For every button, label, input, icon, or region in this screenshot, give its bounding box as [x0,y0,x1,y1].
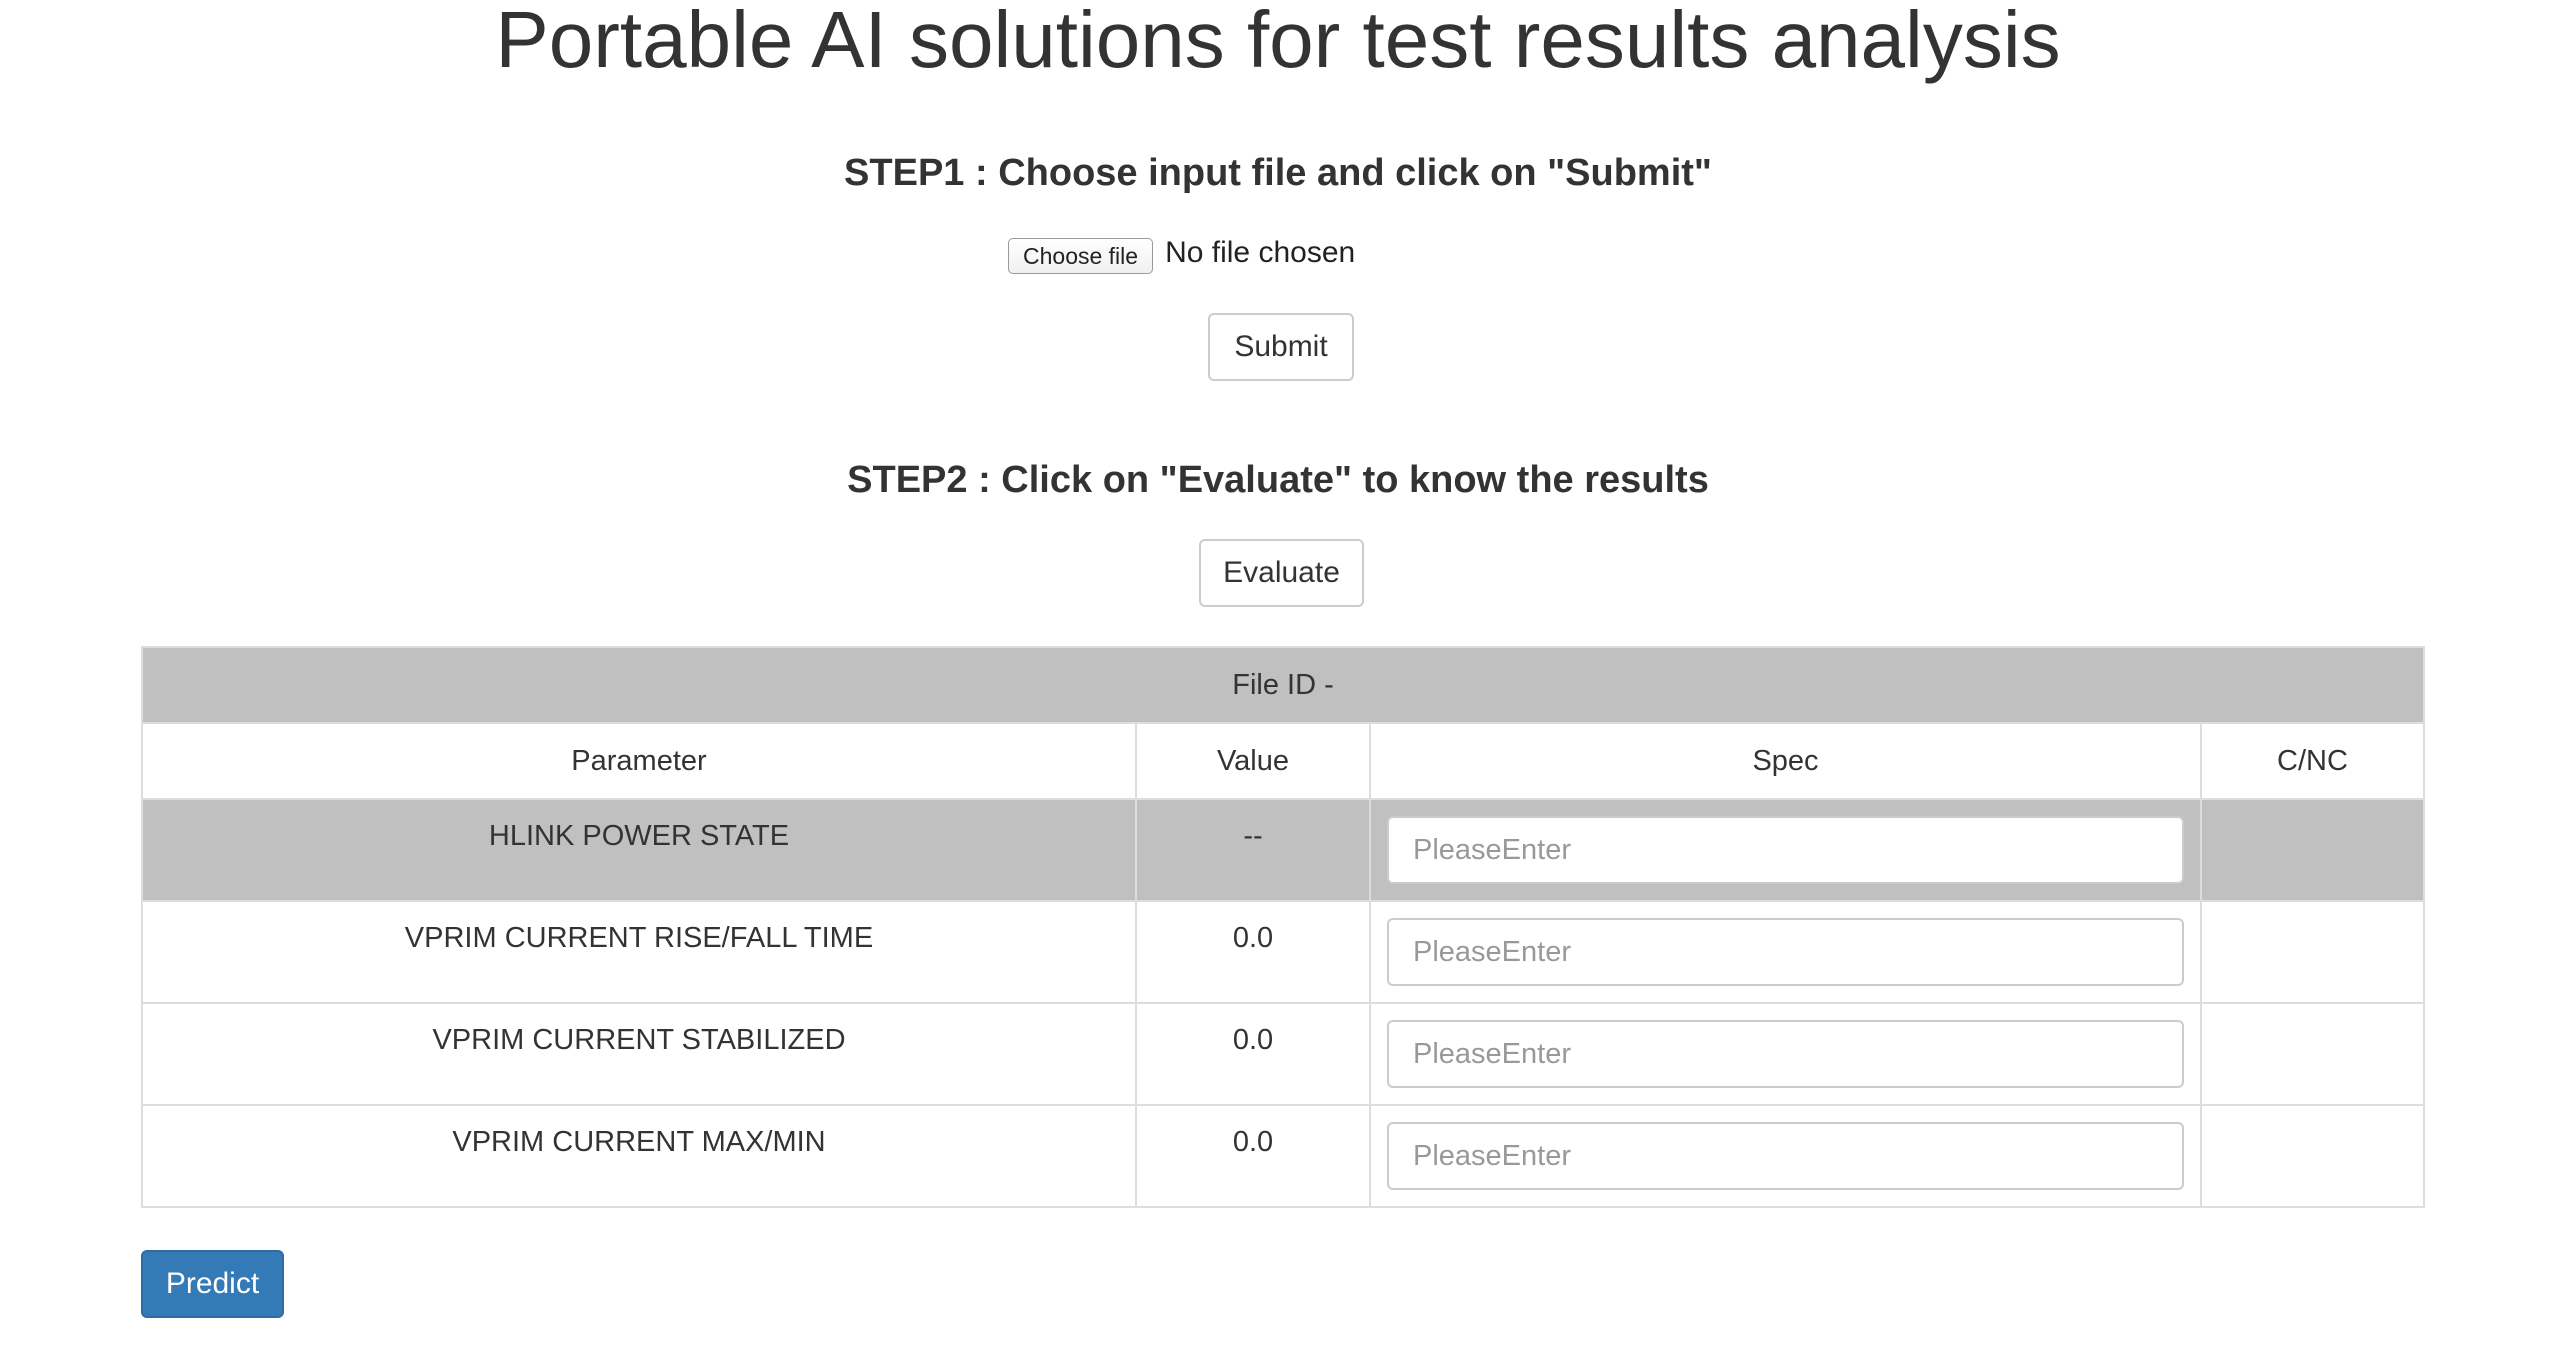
step1-heading: STEP1 : Choose input file and click on "… [844,152,1712,194]
column-header-cnc: C/NC [2200,722,2425,800]
choose-file-button[interactable]: Choose file [1008,238,1154,274]
cnc-cell [2200,1002,2425,1106]
spec-cell [1369,798,2202,902]
file-status-text: No file chosen [1165,236,1356,269]
column-header-spec: Spec [1369,722,2202,800]
spec-cell [1369,900,2202,1004]
file-id-header: File ID - [141,646,2425,724]
table-row: VPRIM CURRENT MAX/MIN 0.0 [141,1104,2425,1208]
table-row: HLINK POWER STATE -- [141,798,2425,902]
submit-button[interactable]: Submit [1208,313,1354,381]
parameter-cell: VPRIM CURRENT STABILIZED [141,1002,1137,1106]
spec-input[interactable] [1387,918,2184,986]
value-cell: 0.0 [1135,1104,1371,1208]
cnc-cell [2200,1104,2425,1208]
spec-cell [1369,1002,2202,1106]
predict-button[interactable]: Predict [141,1250,284,1318]
column-header-value: Value [1135,722,1371,800]
table-row: VPRIM CURRENT RISE/FALL TIME 0.0 [141,900,2425,1004]
file-picker: Choose file No file chosen [1008,233,1356,274]
value-cell: 0.0 [1135,1002,1371,1106]
results-table: File ID - Parameter Value Spec C/NC HLIN… [141,646,2425,1208]
value-cell: -- [1135,798,1371,902]
value-cell: 0.0 [1135,900,1371,1004]
parameter-cell: HLINK POWER STATE [141,798,1137,902]
table-row: VPRIM CURRENT STABILIZED 0.0 [141,1002,2425,1106]
cnc-cell [2200,900,2425,1004]
page: Portable AI solutions for test results a… [0,0,2556,1354]
file-id-row: File ID - [141,646,2425,724]
column-header-parameter: Parameter [141,722,1137,800]
spec-input[interactable] [1387,816,2184,884]
spec-cell [1369,1104,2202,1208]
page-title: Portable AI solutions for test results a… [495,0,2061,84]
spec-input[interactable] [1387,1122,2184,1190]
step2-heading: STEP2 : Click on "Evaluate" to know the … [847,459,1709,501]
cnc-cell [2200,798,2425,902]
spec-input[interactable] [1387,1020,2184,1088]
column-header-row: Parameter Value Spec C/NC [141,722,2425,800]
parameter-cell: VPRIM CURRENT RISE/FALL TIME [141,900,1137,1004]
evaluate-button[interactable]: Evaluate [1199,539,1364,607]
parameter-cell: VPRIM CURRENT MAX/MIN [141,1104,1137,1208]
